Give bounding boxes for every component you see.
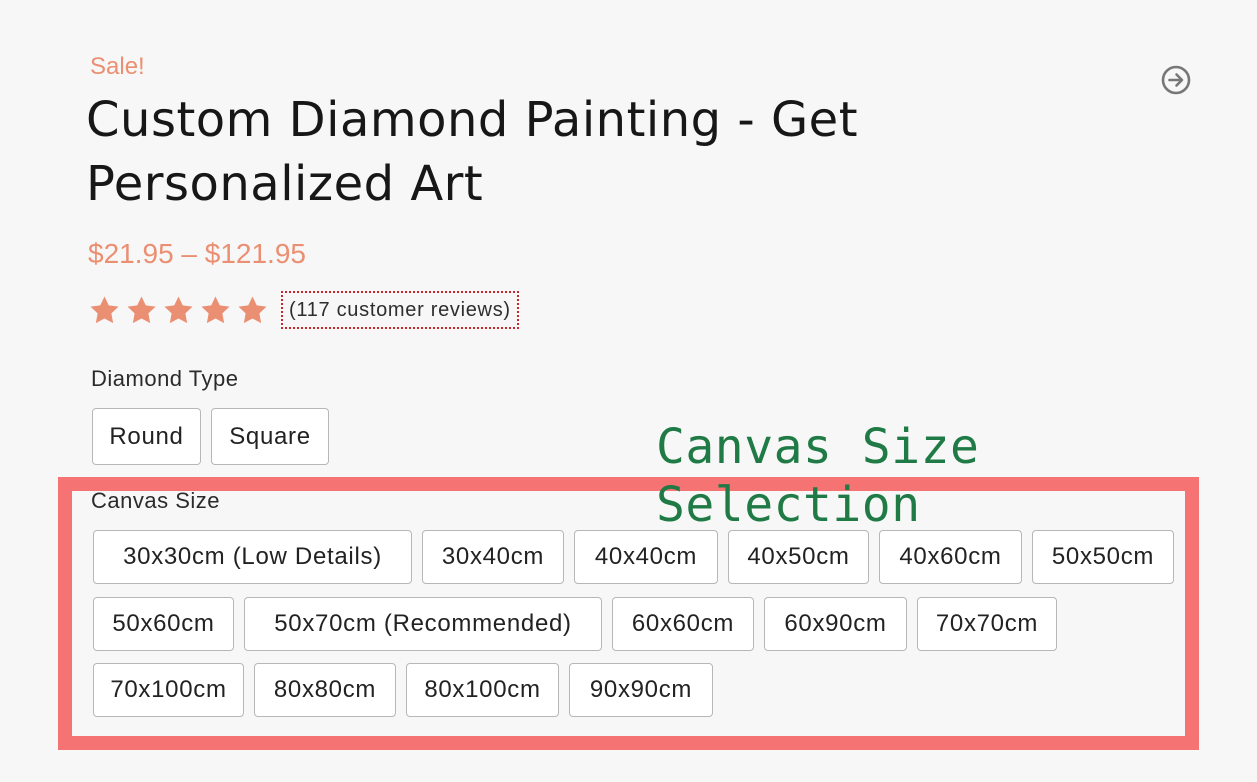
canvas-size-option[interactable]: 50x60cm [93,597,234,651]
canvas-size-option[interactable]: 80x100cm [406,663,559,717]
canvas-size-label: Canvas Size [91,488,221,513]
canvas-size-option[interactable]: 50x70cm (Recommended) [244,597,602,651]
canvas-size-option[interactable]: 40x60cm [879,530,1022,584]
diamond-type-option-round[interactable]: Round [92,408,201,465]
canvas-size-option[interactable]: 90x90cm [569,663,713,717]
price-range: $21.95 – $121.95 [88,238,306,269]
canvas-size-option[interactable]: 80x80cm [254,663,396,717]
arrow-right-circle-icon[interactable] [1160,64,1192,96]
canvas-size-option[interactable]: 60x60cm [612,597,754,651]
canvas-size-option[interactable]: 30x40cm [422,530,564,584]
rating: (117 customer reviews) [88,290,519,330]
star-icon [127,295,156,323]
sale-badge: Sale! [90,53,145,80]
star-icon [201,295,230,323]
canvas-size-option[interactable]: 70x100cm [93,663,244,717]
star-icon [164,295,193,323]
diamond-type-option-square[interactable]: Square [211,408,329,465]
product-title: Custom Diamond Painting - Get Personaliz… [86,92,859,212]
canvas-size-option[interactable]: 40x50cm [728,530,869,584]
star-icon [90,295,119,323]
star-icon [238,295,267,323]
canvas-size-option[interactable]: 30x30cm (Low Details) [93,530,412,584]
reviews-link[interactable]: (117 customer reviews) [281,291,519,329]
diamond-type-label: Diamond Type [91,366,239,391]
canvas-size-option[interactable]: 40x40cm [574,530,718,584]
canvas-size-option[interactable]: 70x70cm [917,597,1057,651]
star-rating [88,294,269,327]
annotation-canvas-size-selection: Canvas Size Selection [656,419,980,533]
canvas-size-option[interactable]: 60x90cm [764,597,907,651]
canvas-size-option[interactable]: 50x50cm [1032,530,1174,584]
